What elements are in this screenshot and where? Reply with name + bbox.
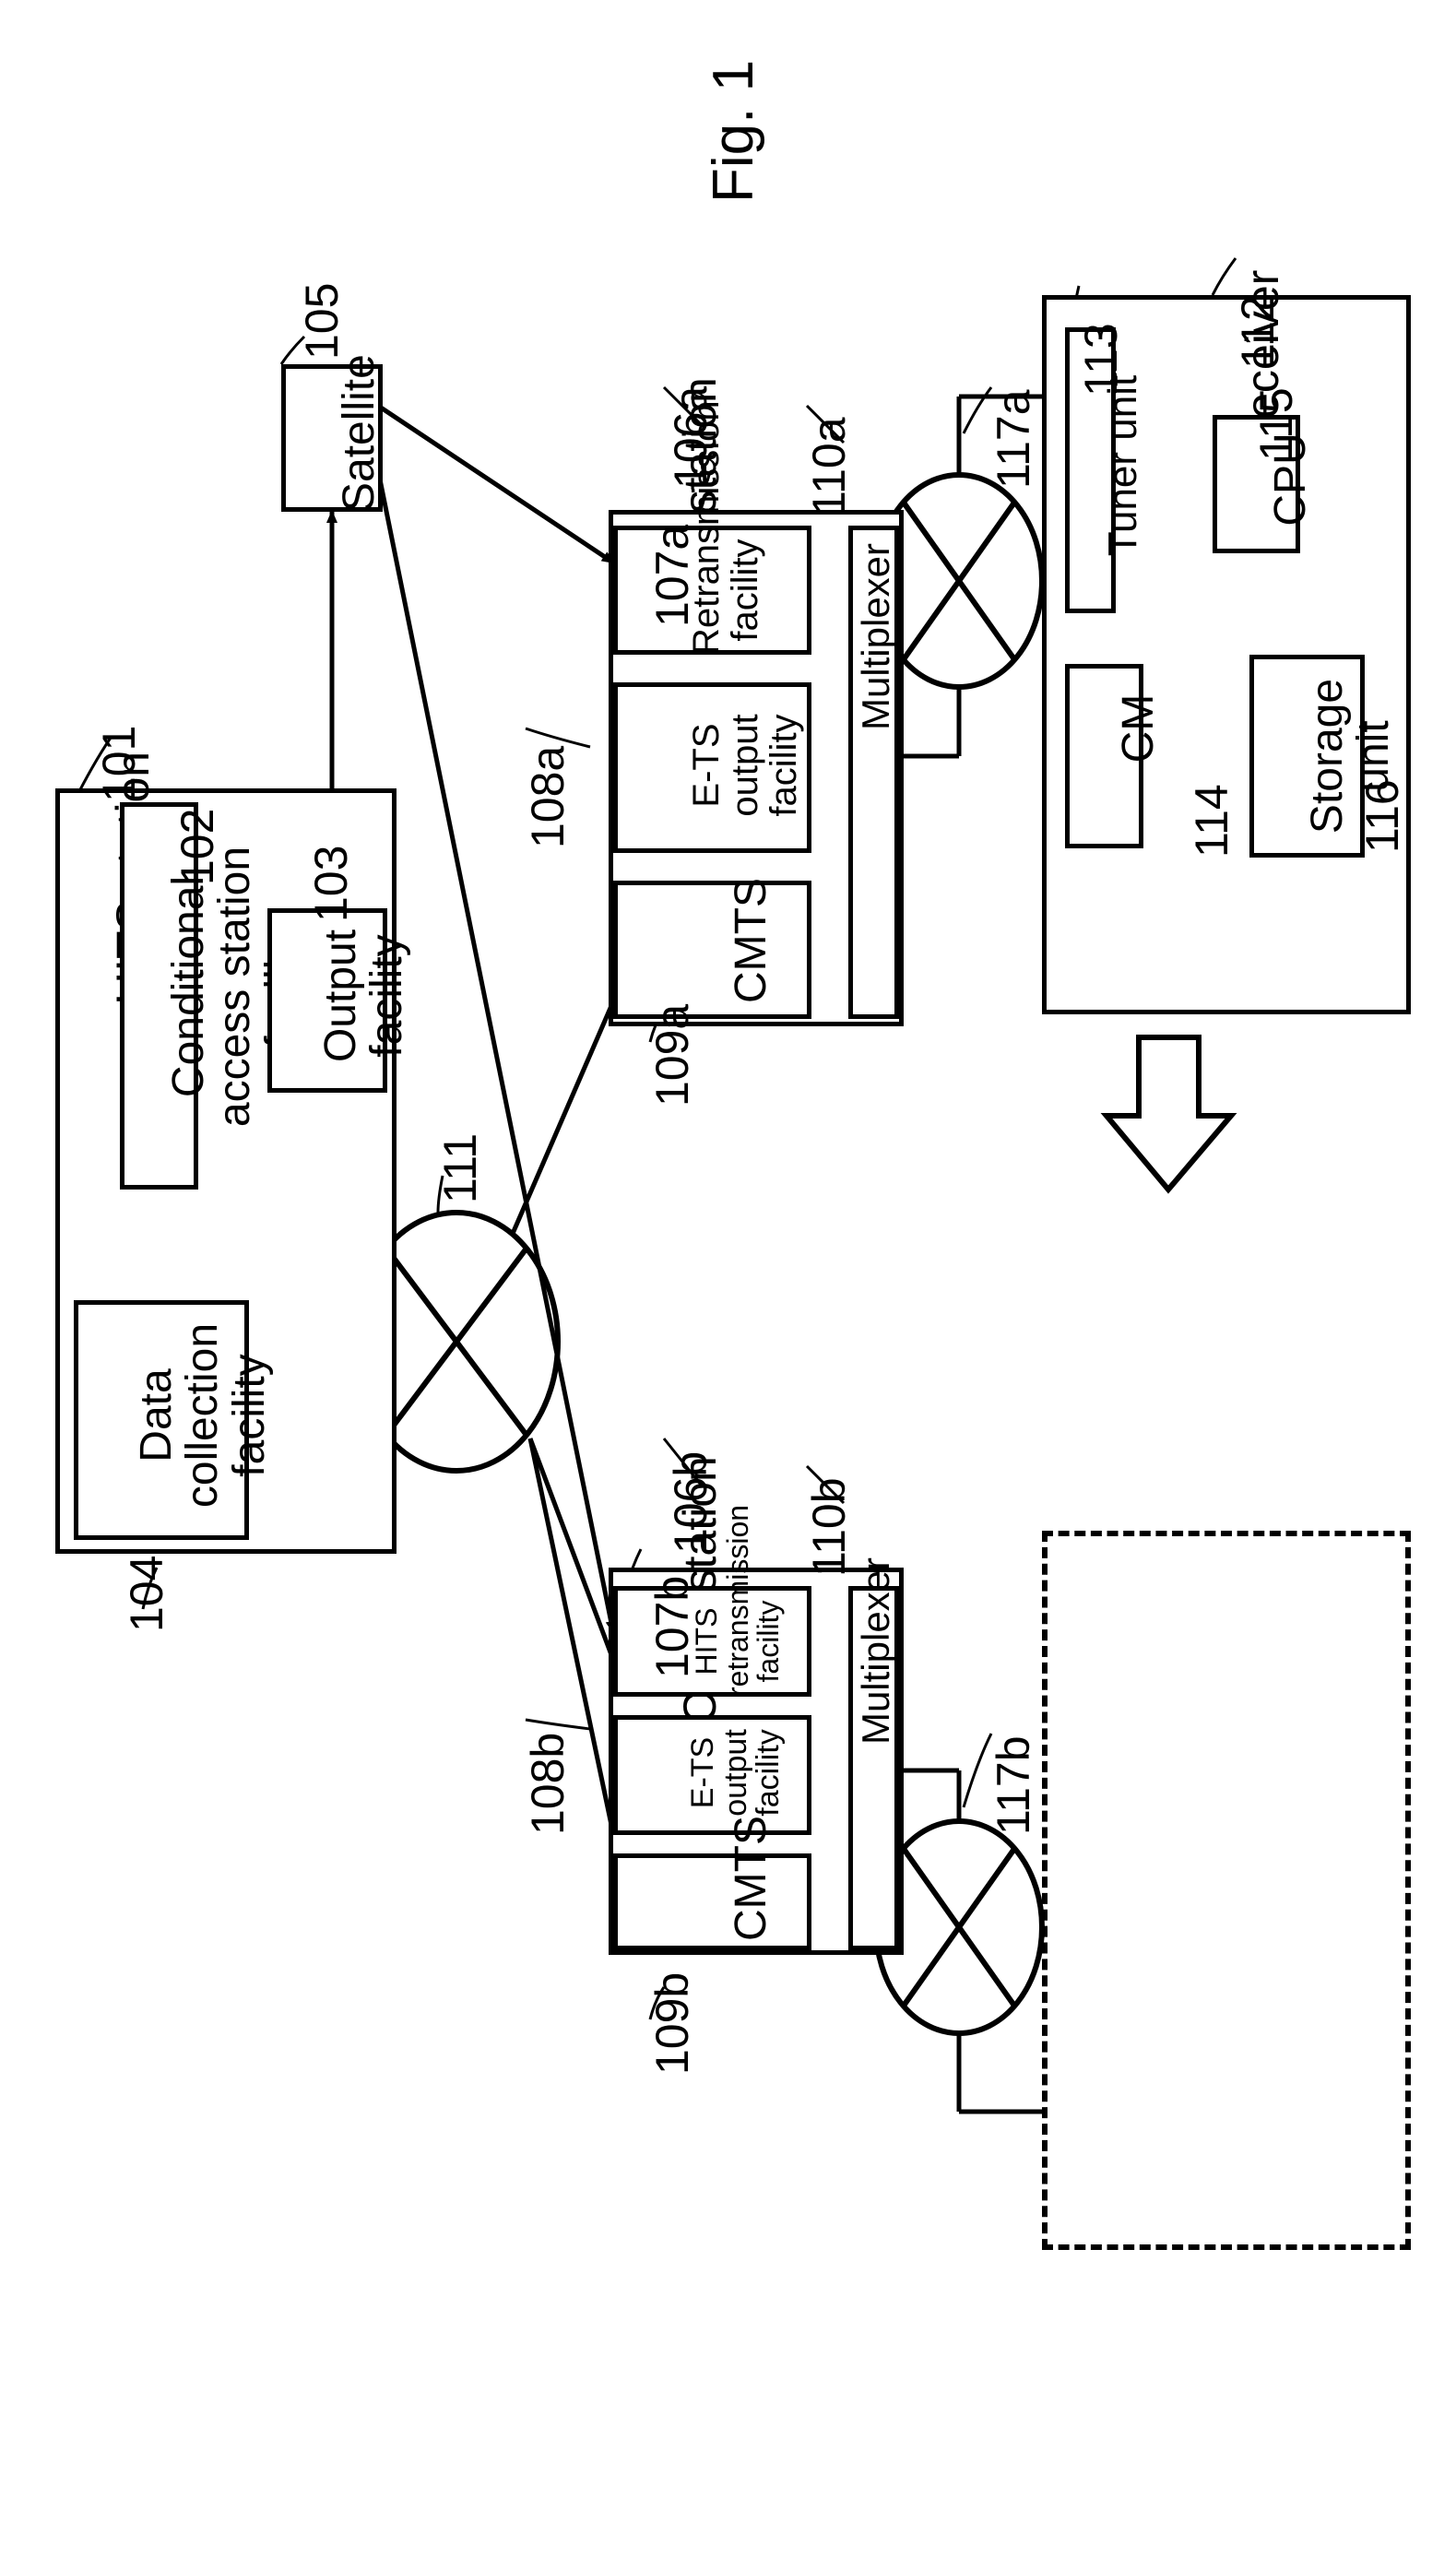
multiplexer-a-label: Multiplexer <box>856 647 896 730</box>
ref-112: 112 <box>1231 295 1284 369</box>
multiplexer-b-label: Multiplexer <box>856 1662 896 1745</box>
ref-110a: 110a <box>802 417 856 516</box>
ref-101: 101 <box>92 726 146 802</box>
ref-102: 102 <box>171 809 224 885</box>
satellite-label: Satellite <box>337 364 383 512</box>
ref-110b: 110b <box>802 1477 856 1577</box>
output-facility-label: Output facility <box>318 908 411 1083</box>
ets-b-label: E-TS output facility <box>687 1715 786 1830</box>
ref-109b: 109b <box>645 1972 699 2075</box>
ref-117b: 117b <box>987 1735 1040 1835</box>
ref-104: 104 <box>120 1556 173 1632</box>
ets-a-label: E-TS output facility <box>687 682 803 848</box>
ref-114: 114 <box>1185 784 1238 858</box>
cmts-a-label: CMTS <box>728 876 775 1005</box>
ref-106b: 106b <box>664 1451 717 1554</box>
ref-108a: 108a <box>521 746 574 848</box>
ref-109a: 109a <box>645 1004 699 1107</box>
ref-108b: 108b <box>521 1733 574 1835</box>
ref-103: 103 <box>304 846 358 922</box>
receiver-placeholder-dashed <box>1042 1531 1411 2250</box>
figure-title: Fig. 1 <box>701 60 766 203</box>
cmts-b-box <box>613 1853 811 1950</box>
ref-105: 105 <box>295 283 349 360</box>
cmts-a-box <box>613 881 811 1019</box>
ref-107a: 107a <box>645 525 699 627</box>
down-arrow-icon <box>1107 1037 1231 1190</box>
cm-label: CM <box>1116 664 1162 793</box>
ref-107b: 107b <box>645 1576 699 1678</box>
cmts-b-label: CMTS <box>728 1849 775 1941</box>
ref-113: 113 <box>1074 323 1128 397</box>
ref-116: 116 <box>1355 779 1409 853</box>
ref-115: 115 <box>1249 387 1303 461</box>
data-collection-label: Data collection facility <box>134 1300 273 1531</box>
hits-retransmission-b-label: HITS retransmission facility <box>692 1586 785 1697</box>
ref-111: 111 <box>433 1133 487 1203</box>
ref-117a: 117a <box>987 389 1040 489</box>
